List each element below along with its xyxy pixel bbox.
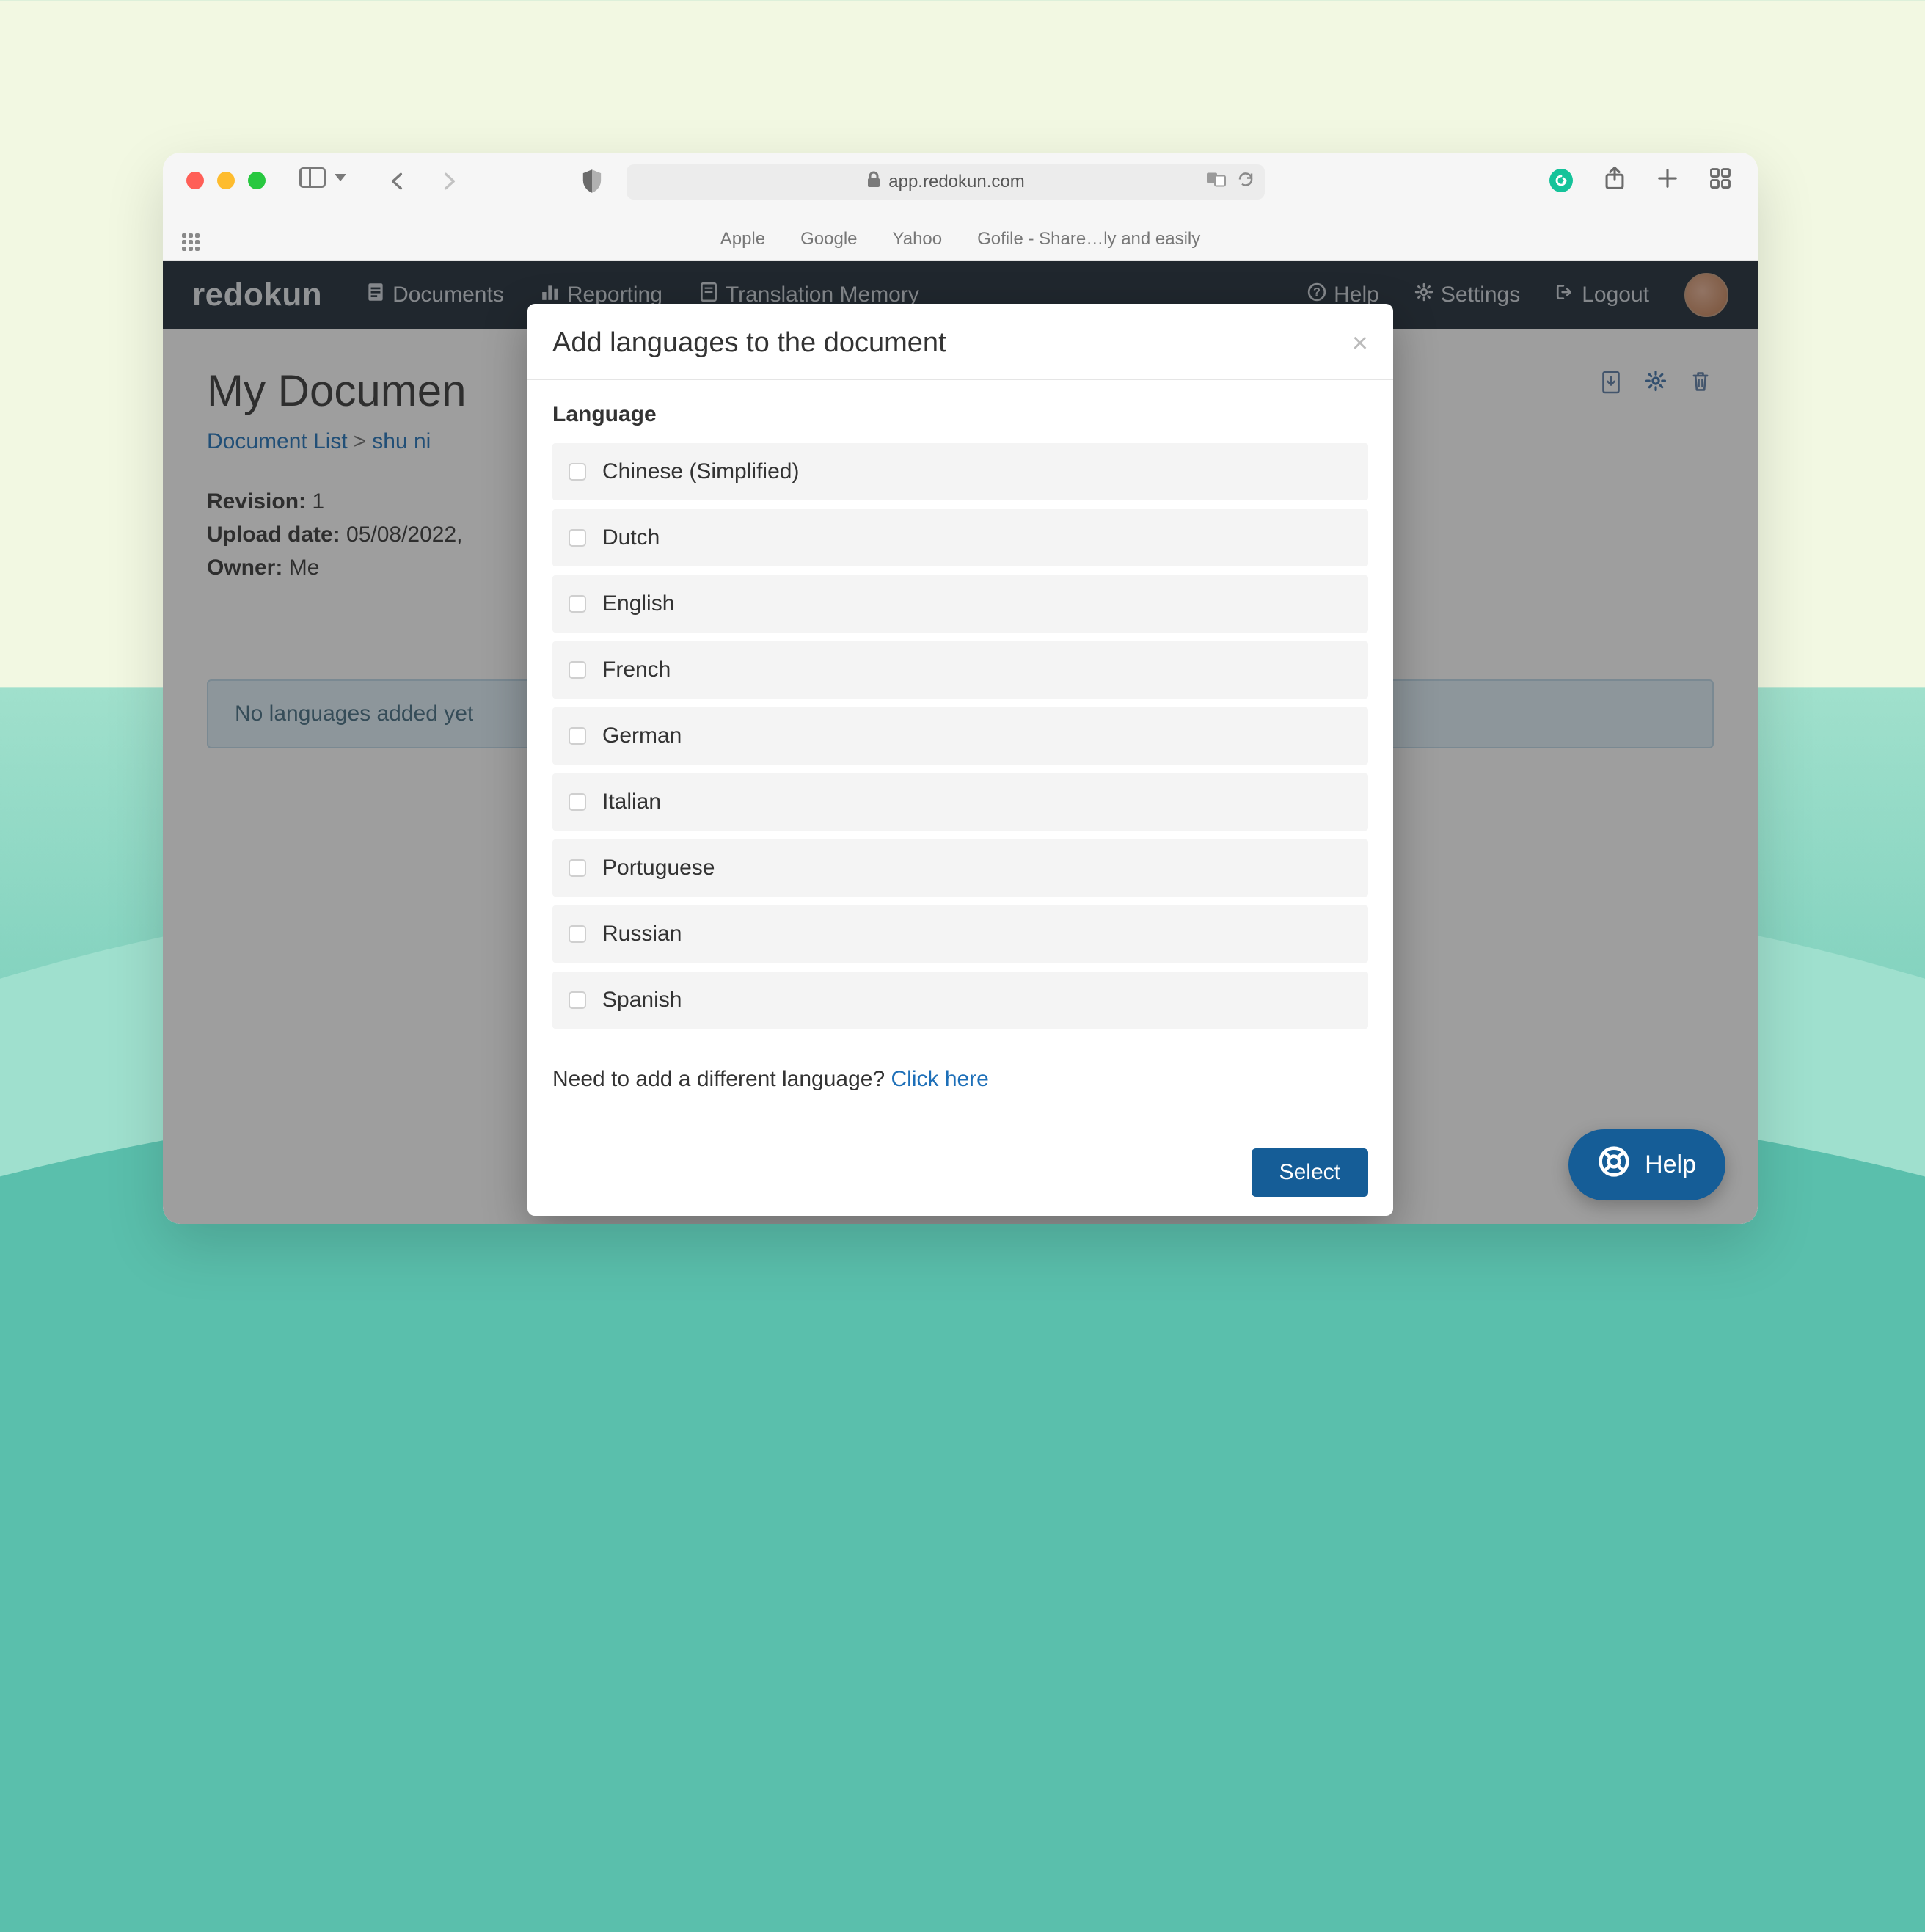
- language-option[interactable]: Chinese (Simplified): [552, 443, 1368, 500]
- chevron-down-icon: [335, 174, 346, 181]
- language-checkbox[interactable]: [569, 991, 586, 1009]
- modal-close-button[interactable]: ×: [1352, 329, 1368, 357]
- language-name: Russian: [602, 922, 682, 947]
- language-option[interactable]: Italian: [552, 773, 1368, 831]
- language-checkbox[interactable]: [569, 727, 586, 745]
- language-checkbox[interactable]: [569, 925, 586, 943]
- language-name: Spanish: [602, 988, 682, 1013]
- privacy-shield-button[interactable]: [581, 169, 603, 197]
- language-name: French: [602, 657, 671, 682]
- address-text: app.redokun.com: [888, 172, 1024, 192]
- language-option[interactable]: English: [552, 575, 1368, 633]
- modal-title: Add languages to the document: [552, 327, 946, 359]
- sidebar-toggle[interactable]: [299, 167, 346, 188]
- help-widget[interactable]: Help: [1568, 1129, 1725, 1200]
- language-checkbox[interactable]: [569, 661, 586, 679]
- language-checkbox[interactable]: [569, 529, 586, 547]
- help-widget-label: Help: [1645, 1151, 1696, 1179]
- window-minimize-button[interactable]: [217, 172, 235, 189]
- tab-overview-icon[interactable]: [1709, 167, 1731, 193]
- lock-icon: [866, 171, 881, 194]
- bookmark-gofile[interactable]: Gofile - Share…ly and easily: [977, 229, 1200, 249]
- bookmark-google[interactable]: Google: [800, 229, 857, 249]
- lifebuoy-icon: [1598, 1145, 1630, 1184]
- translate-icon[interactable]: [1206, 171, 1227, 194]
- window-fullscreen-button[interactable]: [248, 172, 266, 189]
- add-languages-modal: Add languages to the document × Language…: [527, 304, 1393, 1216]
- bookmark-bar: Apple Google Yahoo Gofile - Share…ly and…: [163, 229, 1758, 249]
- new-tab-icon[interactable]: [1656, 167, 1679, 193]
- language-section-label: Language: [552, 402, 1368, 427]
- language-name: English: [602, 591, 674, 616]
- language-name: Chinese (Simplified): [602, 459, 799, 484]
- language-name: Dutch: [602, 525, 660, 550]
- language-option[interactable]: Russian: [552, 905, 1368, 963]
- language-name: Portuguese: [602, 856, 715, 881]
- language-option[interactable]: Dutch: [552, 509, 1368, 566]
- bookmark-yahoo[interactable]: Yahoo: [893, 229, 943, 249]
- language-name: German: [602, 723, 682, 748]
- language-option[interactable]: Spanish: [552, 972, 1368, 1029]
- grammarly-extension-icon[interactable]: [1549, 169, 1573, 192]
- language-option[interactable]: German: [552, 707, 1368, 765]
- language-checkbox[interactable]: [569, 859, 586, 877]
- language-checkbox[interactable]: [569, 463, 586, 481]
- bookmark-apple[interactable]: Apple: [720, 229, 765, 249]
- language-checkbox[interactable]: [569, 793, 586, 811]
- browser-forward-button[interactable]: [440, 169, 459, 197]
- language-option[interactable]: French: [552, 641, 1368, 699]
- select-button[interactable]: Select: [1252, 1148, 1368, 1197]
- language-option[interactable]: Portuguese: [552, 839, 1368, 897]
- reload-icon[interactable]: [1237, 171, 1254, 194]
- language-list: Chinese (Simplified) Dutch English French Ge…: [552, 443, 1368, 1029]
- language-checkbox[interactable]: [569, 595, 586, 613]
- browser-back-button[interactable]: [387, 169, 406, 197]
- traffic-lights: [186, 172, 266, 189]
- browser-chrome: app.redokun.com: [163, 153, 1758, 261]
- modal-note-link[interactable]: Click here: [891, 1067, 988, 1091]
- address-bar[interactable]: app.redokun.com: [627, 164, 1265, 200]
- window-close-button[interactable]: [186, 172, 204, 189]
- language-name: Italian: [602, 790, 661, 814]
- browser-window: app.redokun.com: [163, 153, 1758, 1224]
- modal-note-text: Need to add a different language?: [552, 1067, 891, 1091]
- share-icon[interactable]: [1604, 166, 1626, 194]
- sidebar-icon: [299, 167, 326, 188]
